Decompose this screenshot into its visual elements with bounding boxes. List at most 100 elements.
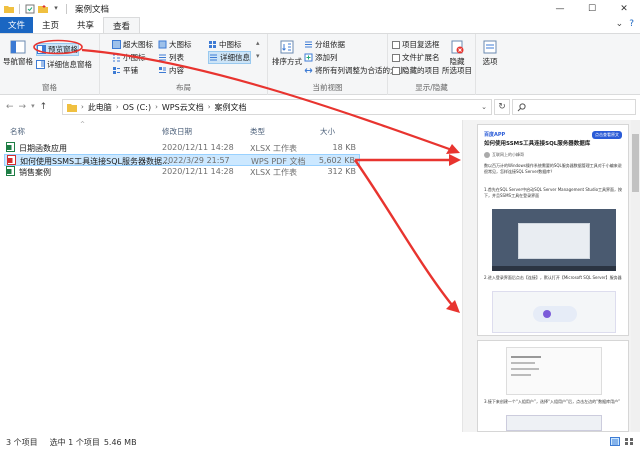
large-icons-icon [158, 40, 167, 49]
file-ext-option[interactable]: 文件扩展名 [392, 52, 440, 63]
details-pane-icon [36, 60, 45, 69]
maximize-button[interactable]: ☐ [576, 0, 608, 17]
search-box[interactable] [512, 99, 636, 115]
file-ext-label: 文件扩展名 [402, 53, 440, 62]
content-label: 内容 [169, 66, 184, 75]
medium-icons-option[interactable]: 中图标 [208, 39, 242, 50]
chevron-down-icon[interactable]: ▾ [256, 52, 260, 60]
pdf-file-icon [7, 155, 16, 165]
separator [66, 3, 67, 14]
separator [19, 3, 20, 14]
file-type: XLSX 工作表 [250, 144, 298, 153]
tab-view[interactable]: 查看 [103, 17, 141, 34]
column-type[interactable]: 类型 [250, 126, 265, 137]
large-icons-view-icon[interactable] [624, 437, 634, 446]
group-label: 当前视图 [312, 83, 343, 92]
sort-by-button[interactable]: 排序方式 [272, 39, 302, 66]
tiles-label: 平铺 [123, 66, 138, 75]
up-arrow-icon[interactable]: ↑ [40, 102, 48, 112]
xl-icons-option[interactable]: 超大图标 [112, 39, 153, 50]
breadcrumb-wps[interactable]: WPS云文档 [162, 102, 204, 113]
title-bar: ▾ 案例文档 — ☐ ✕ [0, 0, 640, 17]
content-option[interactable]: 内容 [158, 65, 184, 76]
column-date[interactable]: 修改日期 [162, 126, 192, 137]
forward-arrow-icon[interactable]: → [19, 102, 27, 112]
refresh-button[interactable]: ↻ [494, 99, 510, 115]
chevron-up-icon[interactable]: ▴ [256, 39, 260, 47]
file-ext-toggle[interactable] [392, 53, 400, 62]
file-type: XLSX 工作表 [250, 168, 298, 177]
breadcrumb-drive[interactable]: OS (C:) [123, 103, 151, 112]
new-folder-icon[interactable] [38, 4, 48, 14]
hidden-items-toggle[interactable] [392, 66, 400, 75]
file-size: 5,602 KB [318, 156, 355, 165]
details-view-icon[interactable] [610, 437, 620, 446]
chevron-down-icon[interactable]: ▾ [51, 4, 61, 14]
xlsx-file-icon [6, 142, 15, 152]
options-icon [483, 40, 497, 54]
hide-selected-button[interactable]: 隐藏 所选项目 [440, 39, 474, 75]
tab-share[interactable]: 共享 [68, 17, 103, 33]
details-pane-button[interactable]: 详细信息窗格 [36, 59, 92, 70]
table-row[interactable]: 销售案例 2020/12/11 14:28 XLSX 工作表 312 KB [4, 166, 360, 178]
add-column-icon [304, 53, 313, 62]
address-bar[interactable]: › 此电脑 › OS (C:) › WPS云文档 › 案例文档 ⌄ [62, 99, 492, 115]
tiles-option[interactable]: 平铺 [112, 65, 138, 76]
hide-selected-icon [451, 40, 464, 54]
address-row: ← → ▾ ↑ › 此电脑 › OS (C:) › WPS云文档 › 案例文档 … [0, 96, 640, 118]
options-group: 选项 [476, 34, 504, 95]
column-name[interactable]: 名称 [10, 126, 25, 137]
minimize-button[interactable]: — [544, 0, 576, 17]
content-icon [159, 67, 166, 73]
preview-screenshot [506, 347, 602, 395]
group-label: 窗格 [42, 83, 57, 92]
close-button[interactable]: ✕ [608, 0, 640, 17]
add-column-label: 添加列 [315, 53, 338, 62]
scrollbar-thumb[interactable] [632, 134, 639, 192]
breadcrumb-this-pc[interactable]: 此电脑 [88, 102, 112, 113]
add-column-button[interactable]: 添加列 [304, 52, 338, 63]
nav-pane-button[interactable]: 导航窗格 [2, 39, 34, 66]
preview-scrollbar[interactable] [631, 120, 640, 432]
back-arrow-icon[interactable]: ← [6, 102, 14, 112]
window-controls: — ☐ ✕ [544, 0, 640, 17]
list-option[interactable]: 列表 [158, 52, 184, 63]
show-hide-group: 项目复选框 文件扩展名 隐藏的项目 隐藏 所选项目 显示/隐藏 [388, 34, 476, 95]
breadcrumb-current[interactable]: 案例文档 [215, 102, 247, 113]
chevron-down-icon[interactable]: ⌄ [616, 19, 624, 29]
large-icons-option[interactable]: 大图标 [158, 39, 192, 50]
column-size[interactable]: 大小 [320, 126, 335, 137]
item-checkbox-toggle[interactable] [392, 40, 400, 49]
details-label: 详细信息 [220, 53, 250, 62]
item-checkbox-option[interactable]: 项目复选框 [392, 39, 440, 50]
group-by-button[interactable]: 分组依据 [304, 39, 345, 50]
group-label: 显示/隐藏 [415, 83, 448, 92]
tab-file[interactable]: 文件 [0, 17, 34, 33]
breadcrumb-separator: › [115, 103, 119, 111]
small-icons-option[interactable]: 小图标 [112, 52, 146, 63]
chevron-down-icon[interactable]: ▾ [31, 102, 35, 112]
hidden-items-option[interactable]: 隐藏的项目 [392, 65, 440, 76]
tab-home[interactable]: 主页 [33, 17, 68, 33]
table-row-selected[interactable]: 如何使用SSMS工具连接SQL服务器数据... 2022/3/29 21:57 … [4, 154, 360, 166]
properties-icon[interactable] [25, 4, 35, 14]
fit-columns-icon [304, 68, 313, 73]
window-title: 案例文档 [75, 4, 110, 15]
details-option[interactable]: 详细信息 [208, 51, 251, 64]
table-row[interactable]: 日期函数应用 2020/12/11 14:28 XLSX 工作表 18 KB [4, 142, 360, 154]
selected-count: 选中 1 个项目 [49, 437, 100, 447]
options-button[interactable]: 选项 [478, 39, 502, 66]
group-by-label: 分组依据 [315, 40, 345, 49]
preview-screenshot [492, 209, 616, 271]
nav-buttons: ← → ▾ ↑ [0, 102, 58, 112]
panes-group: 导航窗格 预览窗格 详细信息窗格 窗格 [0, 34, 100, 95]
folder-icon [67, 103, 77, 112]
list-label: 列表 [169, 53, 184, 62]
group-by-icon [305, 41, 312, 48]
sort-icon [280, 40, 294, 54]
view-toggle [610, 437, 634, 446]
file-list: 名称 修改日期 类型 大小 ^ 日期函数应用 2020/12/11 14:28 … [0, 120, 460, 432]
chevron-down-icon[interactable]: ⌄ [481, 103, 487, 111]
help-icon[interactable]: ? [629, 19, 634, 29]
preview-pane-button[interactable]: 预览窗格 [36, 43, 79, 56]
